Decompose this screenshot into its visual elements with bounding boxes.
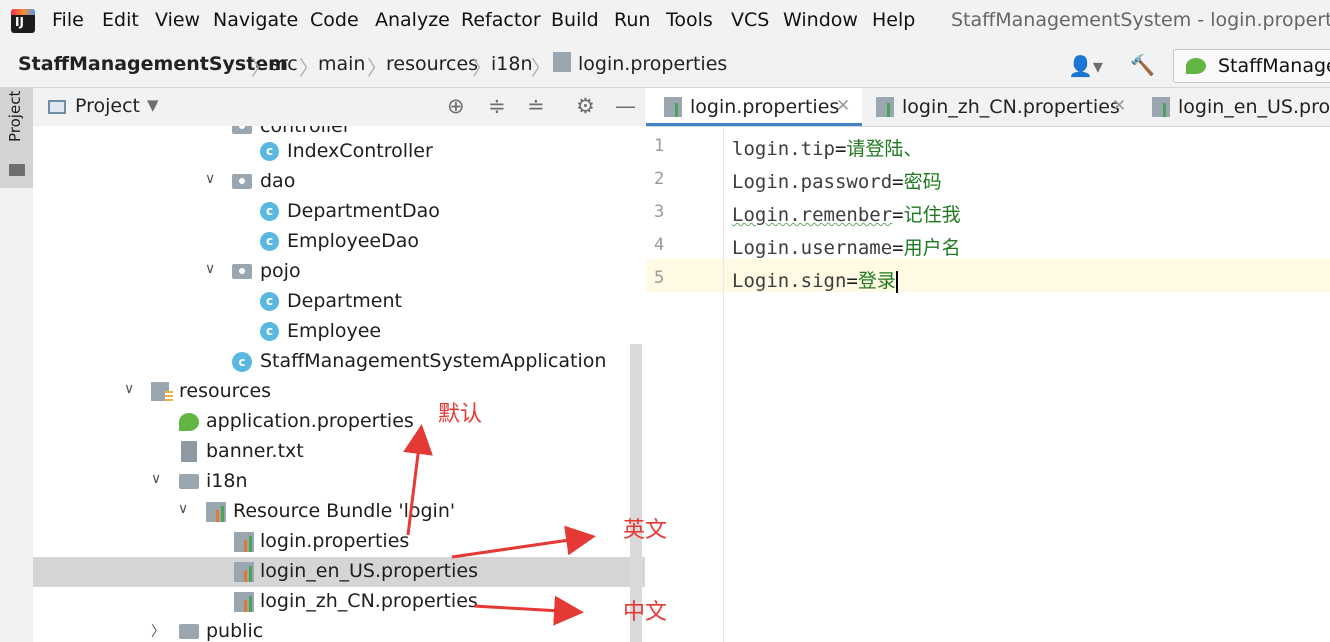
annotation-arrow-default <box>403 424 433 536</box>
annotation-chinese-label: 中文 <box>623 600 668 625</box>
annotation-default-label: 默认 <box>438 402 483 427</box>
annotation-arrows <box>403 424 596 626</box>
annotation-english-label: 英文 <box>623 518 668 543</box>
annotation-arrow-chinese <box>473 595 584 626</box>
annotation-arrow-english <box>451 525 596 559</box>
